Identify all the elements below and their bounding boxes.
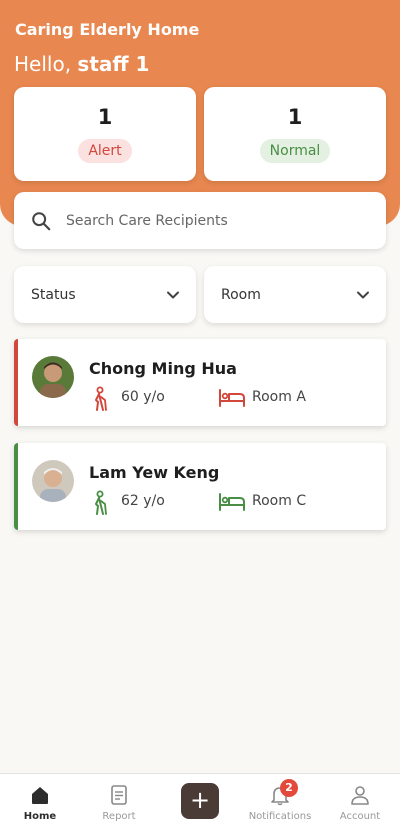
normal-badge: Normal — [259, 139, 331, 163]
normal-summary-card[interactable]: 1 Normal — [204, 87, 386, 181]
alert-summary-card[interactable]: 1 Alert — [14, 87, 196, 181]
home-icon — [32, 787, 48, 804]
recipient-name: Chong Ming Hua — [89, 359, 237, 378]
avatar — [32, 460, 74, 502]
person-icon — [351, 786, 369, 805]
search-bar[interactable] — [14, 192, 386, 249]
recipient-card[interactable]: Chong Ming Hua 60 y/o Room A — [14, 339, 386, 426]
elderly-person-icon — [95, 490, 107, 515]
nav-notifications[interactable]: Notifications — [240, 774, 320, 828]
greeting-prefix: Hello, — [14, 52, 72, 76]
search-icon — [32, 211, 51, 230]
recipient-name: Lam Yew Keng — [89, 463, 220, 482]
app-title: Caring Elderly Home — [15, 20, 200, 39]
alert-badge: Alert — [78, 139, 132, 163]
nav-report-label: Report — [102, 811, 136, 822]
room-filter-dropdown[interactable]: Room — [204, 266, 386, 323]
greeting: Hello, staff 1 — [14, 52, 149, 76]
add-button[interactable]: + — [181, 783, 219, 819]
recipient-room: Room A — [252, 389, 306, 405]
avatar — [32, 356, 74, 398]
nav-home[interactable]: Home — [0, 774, 80, 828]
alert-count: 1 — [97, 105, 113, 129]
elderly-person-icon — [95, 386, 107, 411]
room-filter-label: Room — [221, 286, 261, 303]
recipient-age: 60 y/o — [121, 389, 165, 405]
nav-report[interactable]: Report — [79, 774, 159, 828]
normal-count: 1 — [287, 105, 303, 129]
status-filter-label: Status — [31, 286, 76, 303]
notification-badge: 2 — [280, 779, 298, 797]
status-filter-dropdown[interactable]: Status — [14, 266, 196, 323]
greeting-username: staff 1 — [77, 52, 150, 76]
document-icon — [111, 785, 127, 805]
recipient-card[interactable]: Lam Yew Keng 62 y/o Room C — [14, 443, 386, 530]
bed-icon — [219, 389, 245, 407]
nav-account-label: Account — [339, 811, 381, 822]
bottom-navigation: Home Report + Notifications 2 Account — [0, 773, 400, 828]
search-input[interactable] — [66, 212, 356, 229]
chevron-down-icon — [357, 291, 369, 298]
chevron-down-icon — [167, 291, 179, 298]
recipient-room: Room C — [252, 493, 307, 509]
recipient-age: 62 y/o — [121, 493, 165, 509]
bed-icon — [219, 493, 245, 511]
nav-home-label: Home — [23, 811, 57, 822]
nav-account[interactable]: Account — [320, 774, 400, 828]
nav-notifications-label: Notifications — [248, 811, 312, 822]
